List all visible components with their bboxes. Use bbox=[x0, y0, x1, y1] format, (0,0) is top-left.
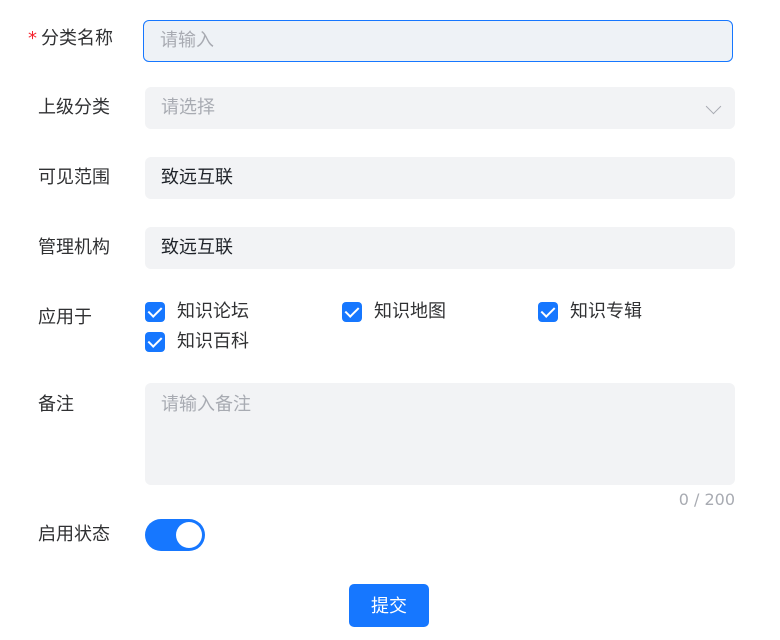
management-org-field[interactable]: 致远互联 bbox=[145, 227, 735, 269]
check-icon bbox=[145, 302, 165, 322]
remarks-placeholder: 请输入备注 bbox=[161, 394, 251, 415]
parent-category-placeholder: 请选择 bbox=[161, 97, 215, 118]
chevron-down-icon bbox=[705, 98, 722, 115]
check-icon bbox=[342, 302, 362, 322]
remarks-label: 备注 bbox=[38, 394, 74, 415]
remarks-char-counter: 0 / 200 bbox=[678, 490, 735, 509]
category-name-input[interactable]: 请输入 bbox=[143, 20, 733, 62]
check-icon bbox=[145, 332, 165, 352]
visibility-label: 可见范围 bbox=[38, 167, 110, 188]
remarks-textarea[interactable]: 请输入备注 bbox=[145, 383, 735, 485]
enabled-label: 启用状态 bbox=[38, 524, 110, 545]
category-name-placeholder: 请输入 bbox=[160, 30, 214, 51]
management-org-label: 管理机构 bbox=[38, 237, 110, 258]
checkbox-knowledge-map[interactable]: 知识地图 bbox=[342, 301, 446, 323]
checkbox-knowledge-wiki[interactable]: 知识百科 bbox=[145, 331, 249, 353]
checkbox-knowledge-forum[interactable]: 知识论坛 bbox=[145, 301, 249, 323]
submit-button[interactable]: 提交 bbox=[349, 584, 429, 627]
check-icon bbox=[538, 302, 558, 322]
visibility-field[interactable]: 致远互联 bbox=[145, 157, 735, 199]
parent-category-select[interactable]: 请选择 bbox=[145, 87, 735, 129]
checkbox-knowledge-album[interactable]: 知识专辑 bbox=[538, 301, 642, 323]
toggle-knob bbox=[176, 522, 202, 548]
parent-category-label: 上级分类 bbox=[38, 97, 110, 118]
category-name-label: * 分类名称 bbox=[28, 28, 113, 49]
visibility-value: 致远互联 bbox=[161, 167, 233, 188]
applied-to-label: 应用于 bbox=[38, 307, 92, 328]
required-mark: * bbox=[28, 28, 37, 49]
enabled-toggle[interactable] bbox=[145, 519, 205, 551]
management-org-value: 致远互联 bbox=[161, 237, 233, 258]
